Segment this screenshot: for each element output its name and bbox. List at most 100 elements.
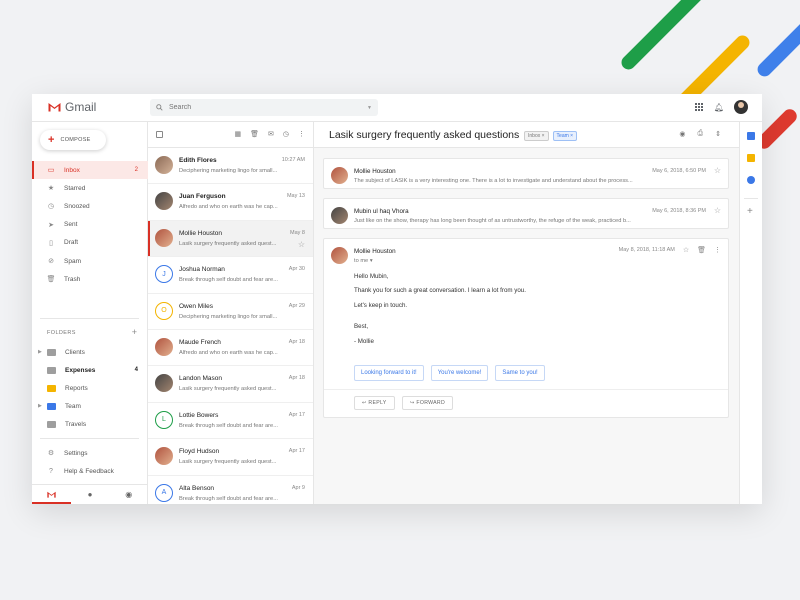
avatar: J <box>155 265 173 284</box>
expand-arrow-icon[interactable]: ▶ <box>38 403 42 409</box>
delete-icon[interactable]: 🗑︎ <box>250 130 259 138</box>
search-options-icon[interactable]: ▼ <box>367 105 372 111</box>
avatar <box>155 228 173 247</box>
collapsed-message[interactable]: Mubin ul haq Vhora Just like on the show… <box>323 198 729 229</box>
mark-read-icon[interactable]: ✉ <box>268 130 274 138</box>
list-item[interactable]: O Owen Miles Deciphering marketing lingo f… <box>148 294 313 330</box>
sidebar-item-sent[interactable]: ➤ Sent <box>32 216 148 234</box>
person-icon: ◉ <box>125 490 133 499</box>
sidebar-item-trash[interactable]: 🗑︎ Trash <box>32 270 148 288</box>
list-item[interactable]: J Joshua Norman Break through self doubt a… <box>148 257 313 294</box>
folder-reports[interactable]: Reports <box>32 379 148 397</box>
divider <box>40 318 139 319</box>
search-input[interactable] <box>169 104 349 111</box>
label-chip[interactable]: Team × <box>552 131 578 141</box>
list-item[interactable]: Maude French Alfredo and who on earth was… <box>148 330 313 367</box>
sidebar-item-starred[interactable]: ★ Starred <box>32 179 148 197</box>
sidebar-item-label: Help & Feedback <box>64 467 114 475</box>
forward-button[interactable]: ↪ FORWARD <box>402 396 454 410</box>
tasks-icon[interactable] <box>747 176 755 184</box>
folder-expenses[interactable]: Expenses 4 <box>32 361 148 379</box>
folder-label: Travels <box>65 420 87 428</box>
recipient[interactable]: to me ▾ <box>354 258 373 264</box>
folder-label: Team <box>65 402 81 410</box>
folder-label: Expenses <box>65 366 96 374</box>
expand-icon[interactable]: ⇕ <box>715 130 721 138</box>
sender-name: Joshua Norman <box>179 266 225 274</box>
list-item[interactable]: Edith Flores Deciphering marketing lingo … <box>148 148 313 185</box>
message-date: May 8, 2018, 11:18 AM <box>618 247 675 253</box>
smart-replies: Looking forward to it! You're welcome! S… <box>354 365 545 381</box>
reply-button[interactable]: ↩ REPLY <box>354 396 395 410</box>
list-item[interactable]: Mollie Houston Lasik surgery frequently a… <box>148 220 313 258</box>
chat-icon: ● <box>87 490 93 499</box>
tab-chat[interactable]: ● <box>71 485 110 504</box>
apps-grid-icon[interactable] <box>694 102 704 112</box>
list-item[interactable]: Juan Ferguson Alfredo and who on earth wa… <box>148 184 313 221</box>
spam-icon: ⊘ <box>48 258 54 266</box>
avatar: L <box>155 410 173 429</box>
tab-mail[interactable] <box>32 485 71 504</box>
message-date: Apr 29 <box>288 302 305 309</box>
eye-icon[interactable]: ◉ <box>679 130 685 138</box>
side-panel-rail: + <box>739 122 762 504</box>
decor-stripe-blue <box>754 0 800 80</box>
folder-clients[interactable]: ▶ Clients <box>32 343 148 361</box>
more-vert-icon[interactable]: ⋮ <box>298 130 305 138</box>
sender-name: Alta Benson <box>179 484 215 492</box>
label-chip[interactable]: Inbox × <box>524 131 549 141</box>
smart-reply-chip[interactable]: You're welcome! <box>430 365 489 381</box>
star-icon[interactable]: ☆ <box>298 240 305 249</box>
message-date: May 6, 2018, 6:50 PM <box>652 168 706 174</box>
avatar <box>155 192 173 211</box>
gmail-window: Gmail ▼ 🔔︎ + COMPOSE ▭ Inbox <box>32 94 762 504</box>
print-icon[interactable]: ⎙ <box>698 130 704 138</box>
list-item[interactable]: L Lottie Bowers Break through self doubt a… <box>148 403 313 440</box>
trash-icon: 🗑︎ <box>46 276 56 284</box>
list-item[interactable]: A Alta Benson Break through self doubt and… <box>148 476 313 504</box>
folder-icon <box>47 366 56 374</box>
sender-name: Maude French <box>179 338 221 346</box>
search-icon <box>156 104 163 111</box>
avatar <box>155 337 173 356</box>
add-addon-icon[interactable]: + <box>747 206 753 217</box>
sidebar-item-draft[interactable]: ▯ Draft <box>32 234 148 252</box>
compose-button[interactable]: + COMPOSE <box>40 130 106 150</box>
calendar-icon[interactable]: ▦ <box>235 130 242 138</box>
decor-stripe-green <box>618 0 714 73</box>
folder-icon <box>47 402 56 410</box>
body-line <box>354 316 526 323</box>
folder-count: 4 <box>134 367 138 373</box>
avatar <box>331 247 348 264</box>
account-avatar[interactable] <box>734 100 748 114</box>
list-item[interactable]: Landon Mason Lasik surgery frequently ask… <box>148 366 313 403</box>
collapsed-message[interactable]: Mollie Houston The subject of LASIK is a… <box>323 158 729 189</box>
sidebar-item-settings[interactable]: ⚙ Settings <box>32 444 148 462</box>
expand-arrow-icon[interactable]: ▶ <box>38 349 42 355</box>
sidebar-item-spam[interactable]: ⊘ Spam <box>32 252 148 270</box>
star-icon[interactable]: ☆ <box>683 246 689 254</box>
smart-reply-chip[interactable]: Looking forward to it! <box>354 365 424 381</box>
sidebar-item-snoozed[interactable]: ◷ Snoozed <box>32 197 148 215</box>
folder-travels[interactable]: Travels <box>32 415 148 433</box>
smart-reply-chip[interactable]: Same to you! <box>495 365 545 381</box>
tab-contacts[interactable]: ◉ <box>109 485 148 504</box>
gmail-logo[interactable]: Gmail <box>48 100 96 114</box>
calendar-icon[interactable] <box>747 132 755 140</box>
delete-icon[interactable]: 🗑︎ <box>697 246 706 254</box>
snooze-icon[interactable]: ◷ <box>283 130 289 138</box>
list-item[interactable]: Floyd Hudson Lasik surgery frequently ask… <box>148 439 313 476</box>
keep-icon[interactable] <box>747 154 755 162</box>
search-bar[interactable]: ▼ <box>150 99 378 116</box>
thread-header: Lasik surgery frequently asked questions… <box>314 122 739 148</box>
select-all-checkbox[interactable] <box>156 131 163 138</box>
star-icon[interactable]: ☆ <box>714 206 721 215</box>
sidebar-item-inbox[interactable]: ▭ Inbox 2 <box>32 161 148 180</box>
more-vert-icon[interactable]: ⋮ <box>714 246 721 254</box>
sidebar-item-help[interactable]: ? Help & Feedback <box>32 462 148 480</box>
folder-team[interactable]: ▶ Team <box>32 397 148 415</box>
star-icon[interactable]: ☆ <box>714 166 721 175</box>
avatar <box>155 447 173 466</box>
bell-icon[interactable]: 🔔︎ <box>714 103 724 112</box>
add-folder-icon[interactable]: + <box>132 327 137 337</box>
